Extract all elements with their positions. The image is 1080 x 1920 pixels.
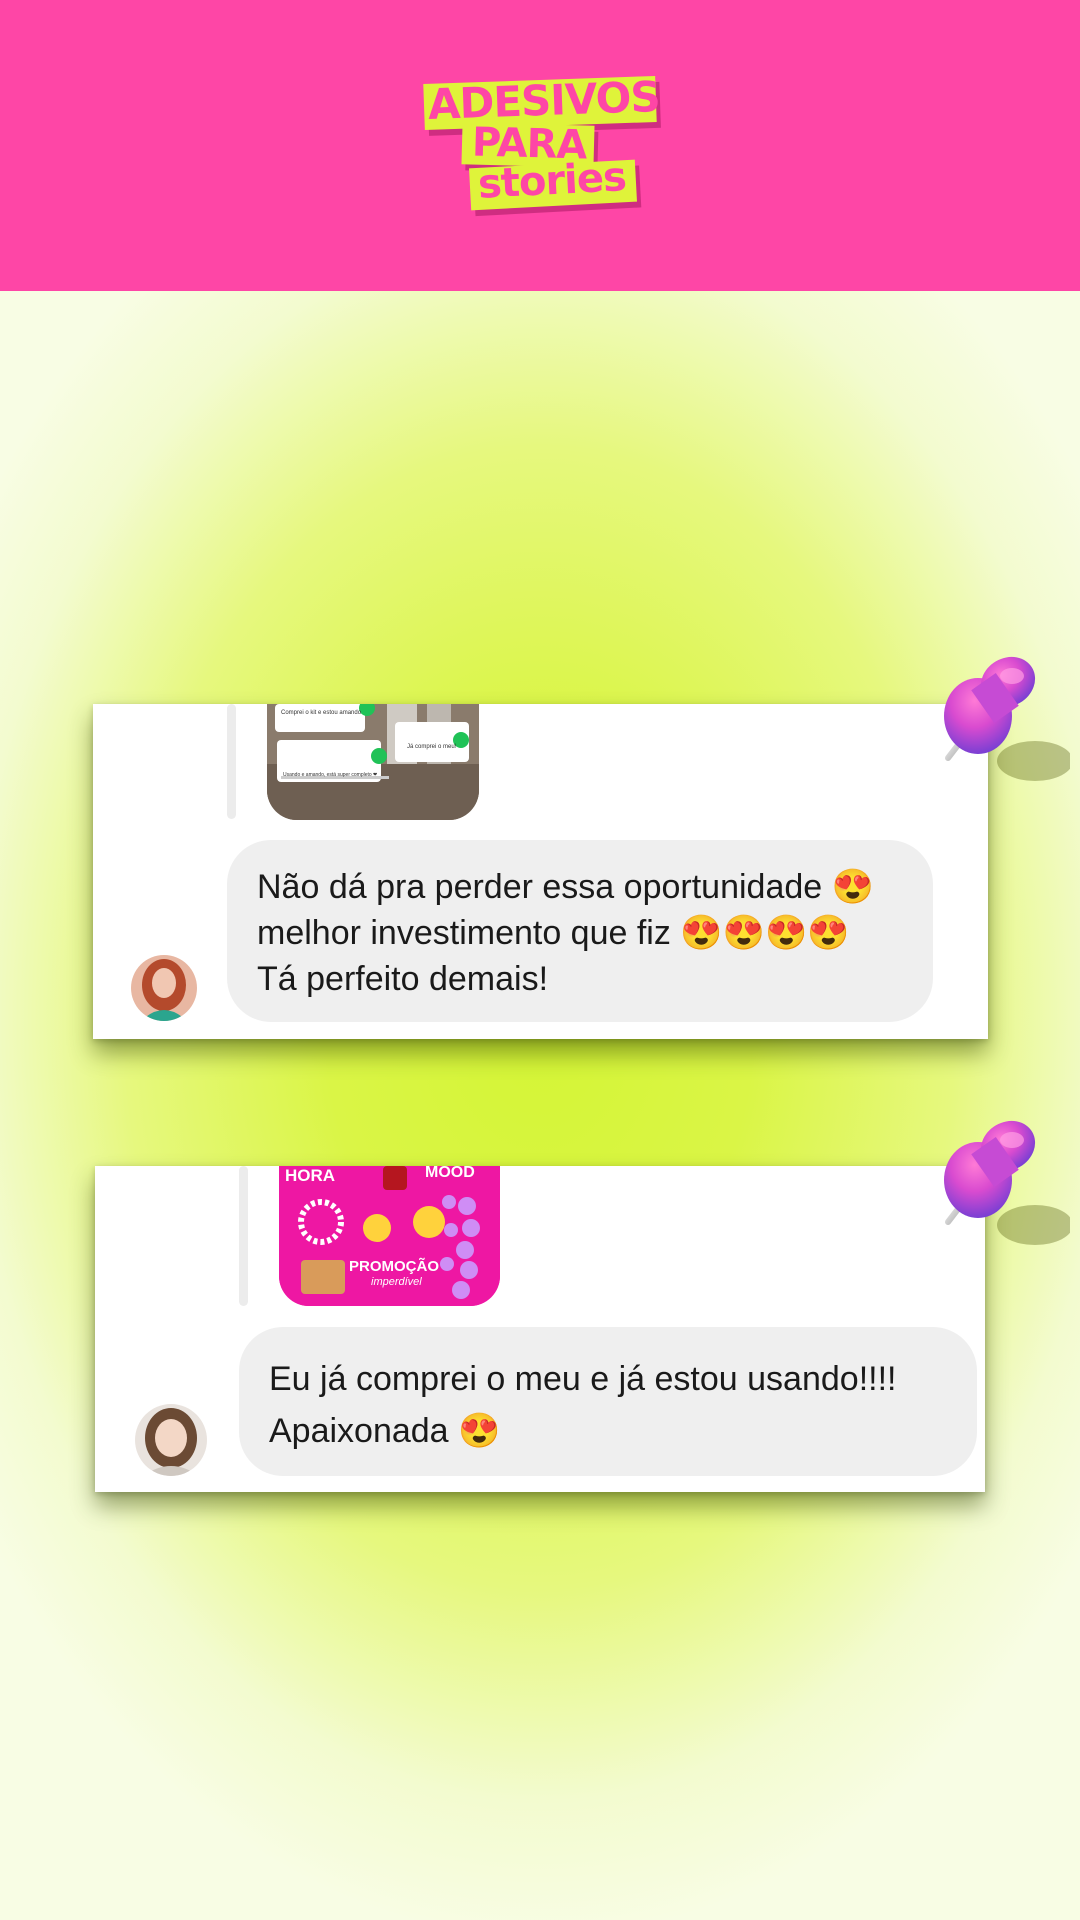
- testimonial-card-2: HORA MOOD PROMOÇÃO imperdível Eu já comp…: [95, 1166, 985, 1492]
- story-preview-thumbnail[interactable]: Comprei o kit e estou amando Já comprei …: [267, 704, 479, 820]
- preview-sticker-text: imperdível: [371, 1276, 422, 1288]
- testimonial-card-1: Comprei o kit e estou amando Já comprei …: [93, 704, 988, 1039]
- comment-text-line: Apaixonada 😍: [269, 1412, 501, 1450]
- pushpin-icon: [944, 656, 1070, 781]
- story-preview-thumbnail[interactable]: HORA MOOD PROMOÇÃO imperdível: [279, 1166, 500, 1306]
- story-preview-image: [267, 704, 479, 820]
- commenter-avatar[interactable]: [131, 955, 197, 1021]
- preview-sticker-text: MOOD: [425, 1166, 475, 1181]
- reply-thread-line: [227, 704, 236, 819]
- comment-text-line: melhor investimento que fiz 😍😍😍😍: [257, 914, 850, 952]
- brand-logo: ADESIVOS PARA stories: [0, 0, 1080, 291]
- comment-text-line: Não dá pra perder essa oportunidade 😍: [257, 868, 874, 906]
- preview-sticker-text: PROMOÇÃO: [349, 1258, 439, 1275]
- reply-thread-line: [239, 1166, 248, 1306]
- avatar-image: [131, 955, 197, 1021]
- preview-caption: Comprei o kit e estou amando: [281, 710, 362, 716]
- comment-text-line: Eu já comprei o meu e já estou usando!!!…: [269, 1360, 897, 1398]
- commenter-avatar[interactable]: [135, 1404, 207, 1476]
- pushpin-icon: [944, 1120, 1070, 1245]
- comment-bubble: Eu já comprei o meu e já estou usando!!!…: [239, 1327, 977, 1476]
- logo-word-stories: stories: [476, 154, 627, 208]
- preview-caption: Já comprei o meu!: [407, 744, 457, 750]
- logo-word-adesivos: ADESIVOS: [427, 71, 661, 130]
- avatar-image: [135, 1404, 207, 1476]
- comment-bubble: Não dá pra perder essa oportunidade 😍 me…: [227, 840, 933, 1022]
- comment-text-line: Tá perfeito demais!: [257, 960, 549, 998]
- preview-caption: Usando e amando, está super completo ❤: [283, 772, 378, 778]
- brand-header: ADESIVOS PARA stories: [0, 0, 1080, 291]
- preview-sticker-text: HORA: [285, 1166, 336, 1185]
